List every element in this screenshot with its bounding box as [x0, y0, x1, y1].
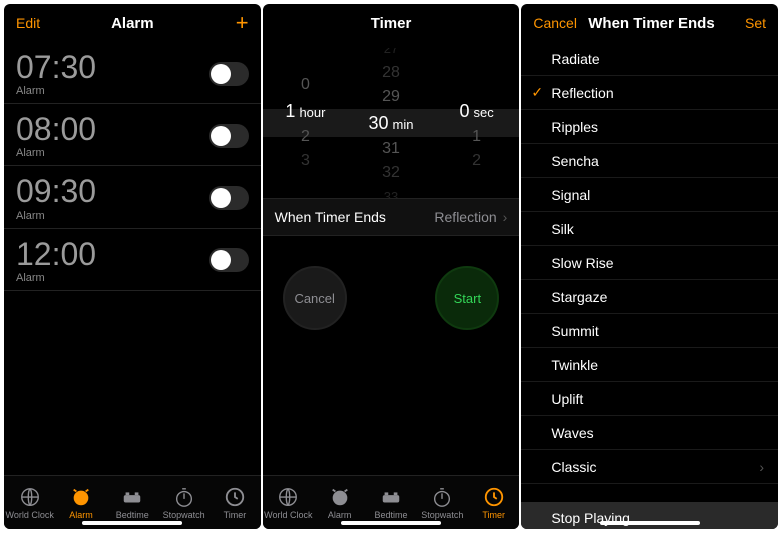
timer-screen: Timer 0 1hour 2 3 27 28 29 30min 31 32 [263, 4, 520, 529]
world-clock-icon [277, 486, 299, 508]
tab-label: Stopwatch [421, 510, 463, 520]
tab-timer[interactable]: Timer [209, 476, 260, 529]
picker-mins[interactable]: 27 28 29 30min 31 32 33 [348, 48, 434, 198]
sound-row[interactable]: Stargaze [521, 280, 778, 314]
timer-title: Timer [371, 15, 412, 32]
tab-world-clock[interactable]: World Clock [4, 476, 55, 529]
sound-row[interactable]: Slow Rise [521, 246, 778, 280]
navbar-timer: Timer [263, 4, 520, 42]
home-indicator[interactable] [600, 521, 700, 525]
alarm-time: 09:30 [16, 174, 96, 209]
start-button[interactable]: Start [435, 266, 499, 330]
sound-row[interactable]: Ripples [521, 110, 778, 144]
chevron-right-icon: › [503, 209, 508, 225]
alarm-label: Alarm [16, 272, 96, 284]
when-timer-ends-row[interactable]: When Timer Ends Reflection › [263, 198, 520, 236]
sound-row[interactable]: Reflection [521, 76, 778, 110]
alarm-list: 07:30Alarm08:00Alarm09:30Alarm12:00Alarm [4, 42, 261, 475]
cancel-button[interactable]: Cancel [283, 266, 347, 330]
alarm-icon [329, 486, 351, 508]
alarm-row[interactable]: 08:00Alarm [4, 104, 261, 166]
picker-secs[interactable]: 0sec 1 2 [434, 48, 520, 198]
alarm-title: Alarm [111, 15, 154, 32]
ends-label: When Timer Ends [275, 209, 386, 225]
navbar-alarm: Edit Alarm + [4, 4, 261, 42]
set-button[interactable]: Set [726, 15, 766, 31]
sound-name: Waves [551, 425, 593, 441]
chevron-right-icon: › [759, 459, 764, 475]
alarm-time: 07:30 [16, 50, 96, 85]
tab-label: Timer [482, 510, 505, 520]
tab-label: Alarm [69, 510, 93, 520]
edit-button[interactable]: Edit [16, 15, 56, 31]
sound-row[interactable]: Waves [521, 416, 778, 450]
alarm-toggle[interactable] [209, 124, 249, 148]
sounds-title: When Timer Ends [588, 15, 714, 32]
alarm-toggle[interactable] [209, 186, 249, 210]
sound-list[interactable]: Radiate Reflection Ripples Sencha Signal Silk… [521, 42, 778, 529]
sound-row[interactable]: Radiate [521, 42, 778, 76]
alarm-toggle[interactable] [209, 248, 249, 272]
tab-label: Bedtime [116, 510, 149, 520]
sound-name: Signal [551, 187, 590, 203]
tab-label: Alarm [328, 510, 352, 520]
sound-row[interactable]: Twinkle [521, 348, 778, 382]
sound-name: Silk [551, 221, 574, 237]
navbar-sounds: Cancel When Timer Ends Set [521, 4, 778, 42]
alarm-time: 08:00 [16, 112, 96, 147]
sound-row[interactable]: Classic › [521, 450, 778, 484]
stopwatch-icon [431, 486, 453, 508]
tab-label: Bedtime [374, 510, 407, 520]
add-alarm-button[interactable]: + [209, 12, 249, 34]
world-clock-icon [19, 486, 41, 508]
tab-label: Timer [224, 510, 247, 520]
sound-picker-screen: Cancel When Timer Ends Set Radiate Reflec… [521, 4, 778, 529]
alarm-label: Alarm [16, 85, 96, 97]
tab-label: Stopwatch [163, 510, 205, 520]
timer-icon [483, 486, 505, 508]
timer-icon [224, 486, 246, 508]
sound-name: Slow Rise [551, 255, 613, 271]
sound-name: Sencha [551, 153, 598, 169]
sound-name: Uplift [551, 391, 583, 407]
sound-name: Reflection [551, 85, 613, 101]
bedtime-icon [121, 486, 143, 508]
time-picker[interactable]: 0 1hour 2 3 27 28 29 30min 31 32 33 0sec [263, 48, 520, 198]
sound-name: Classic [551, 459, 596, 475]
timer-content: 0 1hour 2 3 27 28 29 30min 31 32 33 0sec [263, 42, 520, 475]
sound-name: Twinkle [551, 357, 598, 373]
sound-row[interactable]: Signal [521, 178, 778, 212]
stopwatch-icon [173, 486, 195, 508]
cancel-button[interactable]: Cancel [533, 15, 577, 31]
alarm-label: Alarm [16, 147, 96, 159]
sound-row[interactable]: Silk [521, 212, 778, 246]
alarm-row[interactable]: 09:30Alarm [4, 166, 261, 228]
sound-name: Stargaze [551, 289, 607, 305]
tab-label: World Clock [5, 510, 53, 520]
alarm-toggle[interactable] [209, 62, 249, 86]
alarm-time: 12:00 [16, 237, 96, 272]
sound-row[interactable]: Sencha [521, 144, 778, 178]
tab-label: World Clock [264, 510, 312, 520]
sound-name: Summit [551, 323, 598, 339]
sound-row[interactable]: Summit [521, 314, 778, 348]
tab-timer[interactable]: Timer [468, 476, 519, 529]
sound-name: Ripples [551, 119, 598, 135]
sound-row[interactable]: Uplift [521, 382, 778, 416]
alarm-label: Alarm [16, 210, 96, 222]
alarm-row[interactable]: 07:30Alarm [4, 42, 261, 104]
home-indicator[interactable] [341, 521, 441, 525]
home-indicator[interactable] [82, 521, 182, 525]
ends-value: Reflection [434, 209, 496, 225]
alarm-screen: Edit Alarm + 07:30Alarm08:00Alarm09:30Al… [4, 4, 261, 529]
tab-world-clock[interactable]: World Clock [263, 476, 314, 529]
picker-hours[interactable]: 0 1hour 2 3 [263, 48, 349, 198]
alarm-row[interactable]: 12:00Alarm [4, 229, 261, 291]
sound-name: Radiate [551, 51, 599, 67]
alarm-icon [70, 486, 92, 508]
bedtime-icon [380, 486, 402, 508]
